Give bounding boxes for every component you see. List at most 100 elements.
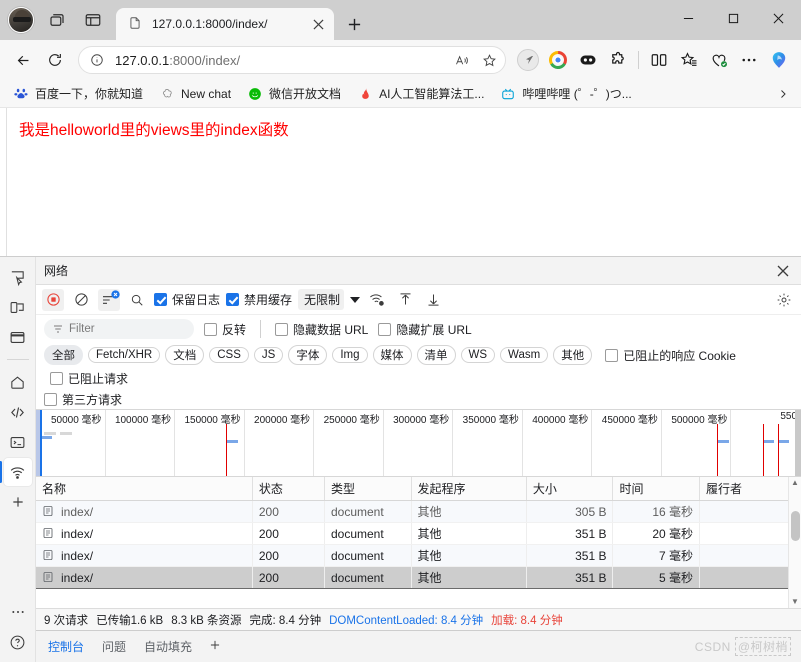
request-name-cell[interactable]: index/ <box>36 522 253 545</box>
scroll-up-icon[interactable]: ▲ <box>791 477 799 489</box>
home-icon[interactable] <box>4 368 32 396</box>
elements-code-icon[interactable] <box>4 398 32 426</box>
scroll-down-icon[interactable]: ▼ <box>791 596 799 608</box>
request-name-cell[interactable]: index/ <box>36 500 253 523</box>
filter-icon[interactable] <box>98 288 120 311</box>
search-icon[interactable] <box>126 289 148 311</box>
type-chip-media[interactable]: 媒体 <box>372 345 412 365</box>
network-overview-timeline[interactable]: 50000 毫秒 100000 毫秒 150000 毫秒 200000 毫秒 2… <box>36 409 801 477</box>
column-header-initiator[interactable]: 发起程序 <box>411 477 527 501</box>
bookmark-item-ai-algorithm[interactable]: AI人工智能算法工... <box>350 82 491 105</box>
read-aloud-icon[interactable] <box>451 50 471 70</box>
bookmark-item-new-chat[interactable]: New chat <box>152 83 238 105</box>
disable-cache-checkbox[interactable]: 禁用缓存 <box>226 291 292 308</box>
type-chip-other[interactable]: 其他 <box>553 345 593 365</box>
extension-dark-icon[interactable] <box>574 46 602 74</box>
settings-more-icon[interactable] <box>735 46 763 74</box>
tab-close-icon[interactable] <box>308 14 328 34</box>
blocked-requests-checkbox[interactable]: 已阻止请求 <box>50 370 128 387</box>
type-chip-wasm[interactable]: Wasm <box>500 347 549 363</box>
console-terminal-icon[interactable] <box>4 428 32 456</box>
settings-gear-icon[interactable] <box>773 289 795 311</box>
network-conditions-icon[interactable] <box>366 289 388 311</box>
column-header-status[interactable]: 状态 <box>252 477 325 501</box>
type-chip-font[interactable]: 字体 <box>288 345 328 365</box>
window-close-button[interactable] <box>756 0 801 36</box>
invert-box[interactable] <box>204 322 217 336</box>
hide-extension-urls-box[interactable] <box>378 322 392 336</box>
blocked-requests-box[interactable] <box>50 372 63 385</box>
copilot-icon[interactable] <box>765 46 793 74</box>
back-button[interactable] <box>8 45 38 75</box>
blocked-cookies-checkbox[interactable]: 已阻止的响应 Cookie <box>605 347 736 364</box>
reload-button[interactable] <box>40 45 70 75</box>
site-info-icon[interactable] <box>87 50 107 70</box>
clear-icon[interactable] <box>70 289 92 311</box>
browser-essentials-icon[interactable] <box>705 46 733 74</box>
table-row[interactable]: index/ 200 document 其他 351 B 7 毫秒 <box>36 544 801 567</box>
bookmark-item-bilibili[interactable]: 哔哩哔哩 (゜-゜)つ... <box>493 82 638 105</box>
third-party-checkbox[interactable]: 第三方请求 <box>44 391 122 408</box>
bookmark-item-baidu[interactable]: 百度一下，你就知道 <box>6 82 150 105</box>
import-har-icon[interactable] <box>394 289 416 311</box>
throttling-dropdown[interactable]: 无限制 <box>298 289 345 310</box>
add-favorite-icon[interactable] <box>479 50 499 70</box>
type-chip-all[interactable]: 全部 <box>44 345 83 365</box>
column-header-time[interactable]: 时间 <box>612 477 700 501</box>
type-chip-img[interactable]: Img <box>332 347 368 363</box>
search-input[interactable]: Filter <box>44 319 194 339</box>
device-toolbar-icon[interactable] <box>4 293 32 321</box>
close-devtools-icon[interactable] <box>773 261 793 281</box>
split-pane-icon[interactable] <box>80 7 106 33</box>
tab-issues[interactable]: 问题 <box>100 632 128 661</box>
browser-tab[interactable]: 127.0.0.1:8000/index/ <box>116 8 334 40</box>
column-header-size[interactable]: 大小 <box>526 477 614 501</box>
invert-checkbox[interactable]: 反转 <box>204 321 246 338</box>
tab-autofill[interactable]: 自动填充 <box>142 632 194 661</box>
add-drawer-tab-icon[interactable] <box>208 638 222 656</box>
tab-console[interactable]: 控制台 <box>46 632 86 661</box>
type-chip-js[interactable]: JS <box>253 347 284 363</box>
disable-cache-box[interactable] <box>226 293 240 306</box>
preserve-log-box[interactable] <box>154 293 167 306</box>
table-row[interactable]: index/ 200 document 其他 305 B 16 毫秒 <box>36 500 801 523</box>
request-name-cell[interactable]: index/ <box>36 566 253 589</box>
favorites-icon[interactable] <box>675 46 703 74</box>
hide-extension-urls-checkbox[interactable]: 隐藏扩展 URL <box>378 321 472 338</box>
scrollbar-thumb[interactable] <box>790 511 800 541</box>
type-chip-doc[interactable]: 文档 <box>165 345 205 365</box>
type-chip-css[interactable]: CSS <box>209 347 249 363</box>
requests-scrollbar[interactable]: ▲ ▼ <box>788 477 801 608</box>
hide-data-urls-checkbox[interactable]: 隐藏数据 URL <box>275 321 368 338</box>
bookmark-item-wechat-docs[interactable]: 微信开放文档 <box>240 82 348 105</box>
network-icon[interactable] <box>0 458 32 486</box>
add-tool-icon[interactable] <box>4 488 32 516</box>
record-stop-icon[interactable] <box>42 288 64 311</box>
chevron-down-icon[interactable] <box>350 296 361 303</box>
tab-collections-icon[interactable] <box>44 7 70 33</box>
third-party-box[interactable] <box>44 392 57 406</box>
preserve-log-checkbox[interactable]: 保留日志 <box>154 291 220 308</box>
more-tools-icon[interactable] <box>4 598 32 626</box>
column-header-fulfilled-by[interactable]: 履行者 <box>699 477 801 501</box>
help-icon[interactable] <box>4 628 32 656</box>
type-chip-manifest[interactable]: 清单 <box>416 345 456 365</box>
export-har-icon[interactable] <box>422 289 444 311</box>
address-bar[interactable]: 127.0.0.1:8000/index/ <box>78 46 506 74</box>
dock-panel-icon[interactable] <box>4 323 32 351</box>
column-header-type[interactable]: 类型 <box>324 477 412 501</box>
type-chip-fetch-xhr[interactable]: Fetch/XHR <box>88 347 161 363</box>
table-row[interactable]: index/ 200 document 其他 351 B 5 毫秒 <box>36 566 801 589</box>
inspect-element-icon[interactable] <box>4 263 32 291</box>
column-header-name[interactable]: 名称 <box>36 477 253 501</box>
bookmarks-overflow-icon[interactable] <box>771 82 795 106</box>
split-screen-icon[interactable] <box>645 46 673 74</box>
window-minimize-button[interactable] <box>666 0 711 36</box>
type-chip-ws[interactable]: WS <box>460 347 496 363</box>
overview-left-handle[interactable] <box>36 410 42 476</box>
table-row[interactable]: index/ 200 document 其他 351 B 20 毫秒 <box>36 522 801 545</box>
new-tab-button[interactable] <box>340 10 368 38</box>
hide-data-urls-box[interactable] <box>275 322 289 336</box>
chrome-colorful-icon[interactable] <box>544 46 572 74</box>
request-name-cell[interactable]: index/ <box>36 544 253 567</box>
